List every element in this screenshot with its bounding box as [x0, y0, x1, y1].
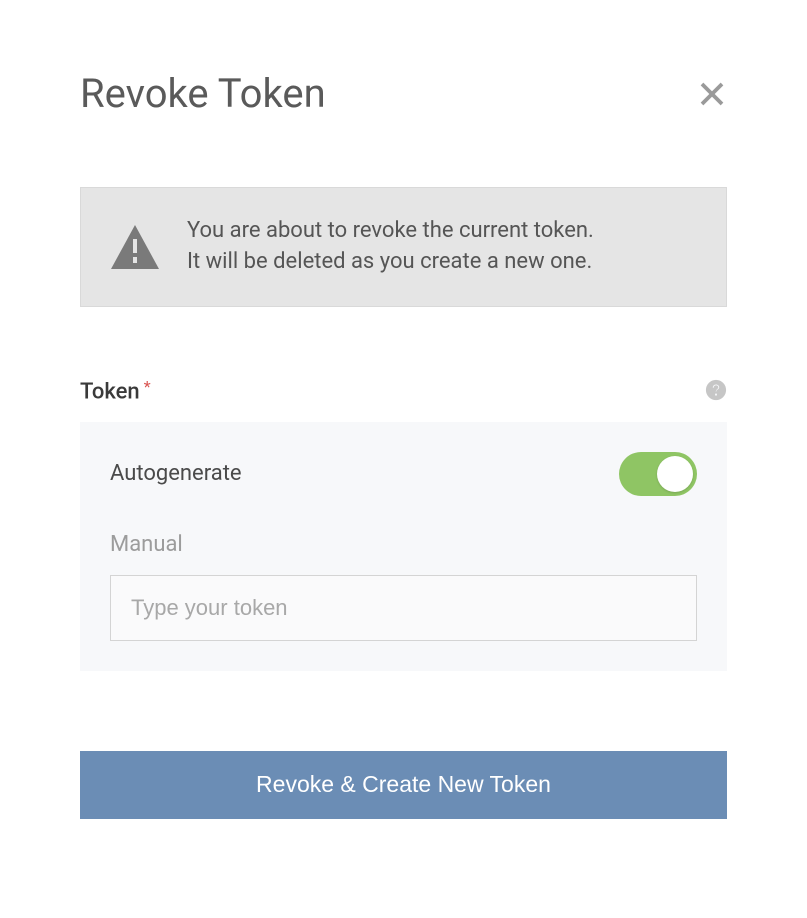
- warning-banner: You are about to revoke the current toke…: [80, 187, 727, 307]
- required-indicator: *: [144, 377, 151, 396]
- close-button[interactable]: [697, 79, 727, 109]
- toggle-knob: [657, 456, 693, 492]
- token-label-row: Token*: [80, 377, 727, 404]
- dialog-header: Revoke Token: [80, 70, 727, 117]
- close-icon: [697, 79, 727, 109]
- autogenerate-label: Autogenerate: [110, 461, 242, 486]
- token-panel: Autogenerate Manual: [80, 422, 727, 671]
- manual-label: Manual: [110, 532, 697, 557]
- warning-text: You are about to revoke the current toke…: [187, 216, 594, 278]
- help-button[interactable]: [705, 379, 727, 401]
- warning-line-2: It will be deleted as you create a new o…: [187, 247, 594, 278]
- manual-token-input[interactable]: [110, 575, 697, 641]
- warning-icon: [111, 223, 159, 271]
- dialog-title: Revoke Token: [80, 70, 326, 117]
- warning-line-1: You are about to revoke the current toke…: [187, 216, 594, 247]
- autogenerate-toggle[interactable]: [619, 452, 697, 496]
- autogenerate-row: Autogenerate: [110, 452, 697, 496]
- token-field-label-wrapper: Token*: [80, 377, 151, 404]
- token-field-label: Token: [80, 379, 140, 404]
- help-icon: [705, 379, 727, 401]
- revoke-create-button[interactable]: Revoke & Create New Token: [80, 751, 727, 819]
